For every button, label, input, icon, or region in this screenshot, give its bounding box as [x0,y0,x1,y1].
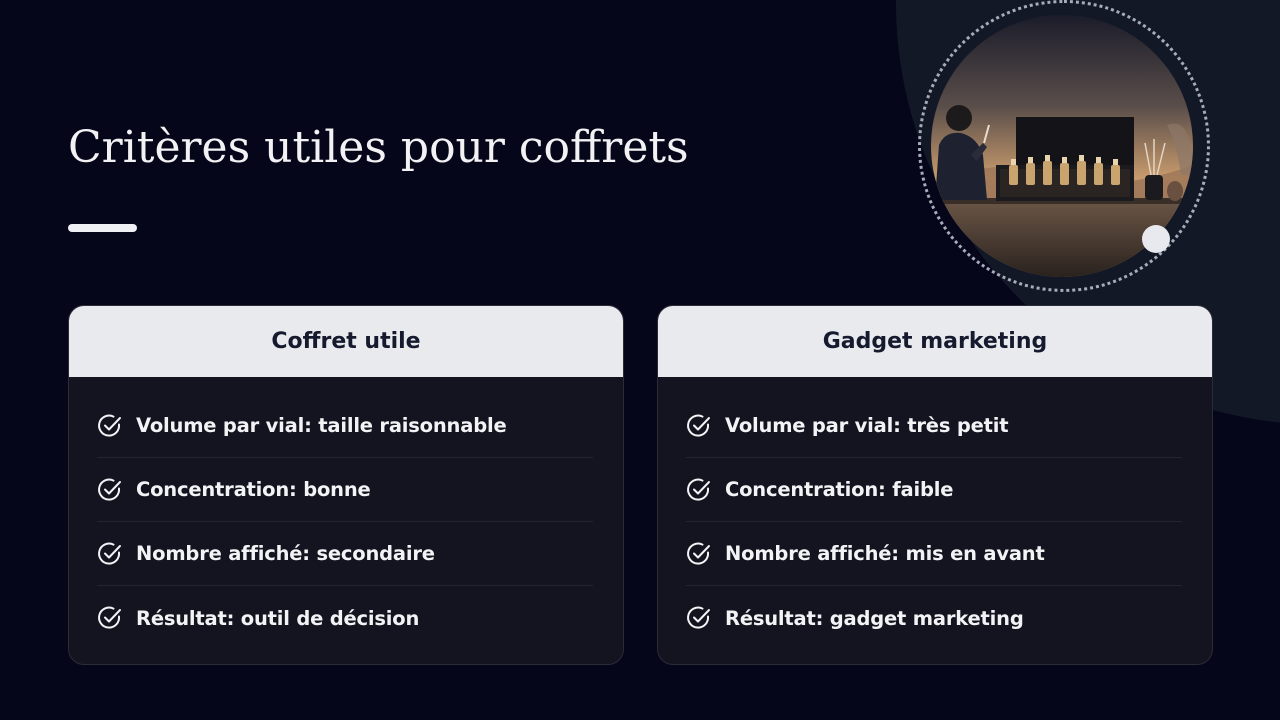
card-gadget-marketing: Gadget marketing Volume par vial: très p… [657,305,1213,665]
list-item-text: Résultat: gadget marketing [725,606,1024,630]
list-item-text: Volume par vial: taille raisonnable [136,414,507,437]
list-item: Volume par vial: très petit [686,394,1182,458]
list-item: Volume par vial: taille raisonnable [97,394,593,458]
list-item-text: Concentration: bonne [136,478,371,501]
slide: Critères utiles pour coffrets Coffret ut… [0,0,1280,720]
card-coffret-utile: Coffret utile Volume par vial: taille ra… [68,305,624,665]
list-item-text: Nombre affiché: secondaire [136,542,435,565]
card-header-label: Gadget marketing [822,329,1048,354]
check-circle-icon [98,542,121,565]
list-item: Résultat: outil de décision [97,586,593,650]
title-underline [68,224,137,232]
card-header: Coffret utile [69,306,623,377]
list-item: Nombre affiché: secondaire [97,522,593,586]
check-circle-icon [687,414,710,437]
slide-title: Critères utiles pour coffrets [68,122,689,173]
list-item: Concentration: faible [686,458,1182,522]
check-circle-icon [687,542,710,565]
check-circle-icon [687,478,710,501]
criteria-list: Volume par vial: très petit Concentratio… [658,377,1212,650]
list-item-text: Nombre affiché: mis en avant [725,542,1045,565]
card-header: Gadget marketing [658,306,1212,377]
check-circle-icon [687,606,710,629]
list-item-text: Volume par vial: très petit [725,414,1009,437]
list-item: Nombre affiché: mis en avant [686,522,1182,586]
check-circle-icon [98,414,121,437]
criteria-list: Volume par vial: taille raisonnable Conc… [69,377,623,650]
list-item: Résultat: gadget marketing [686,586,1182,650]
check-circle-icon [98,478,121,501]
list-item: Concentration: bonne [97,458,593,522]
check-circle-icon [98,606,121,629]
illustration-accent-dot [1142,225,1170,253]
list-item-text: Concentration: faible [725,478,954,501]
list-item-text: Résultat: outil de décision [136,606,420,630]
card-header-label: Coffret utile [271,329,421,354]
